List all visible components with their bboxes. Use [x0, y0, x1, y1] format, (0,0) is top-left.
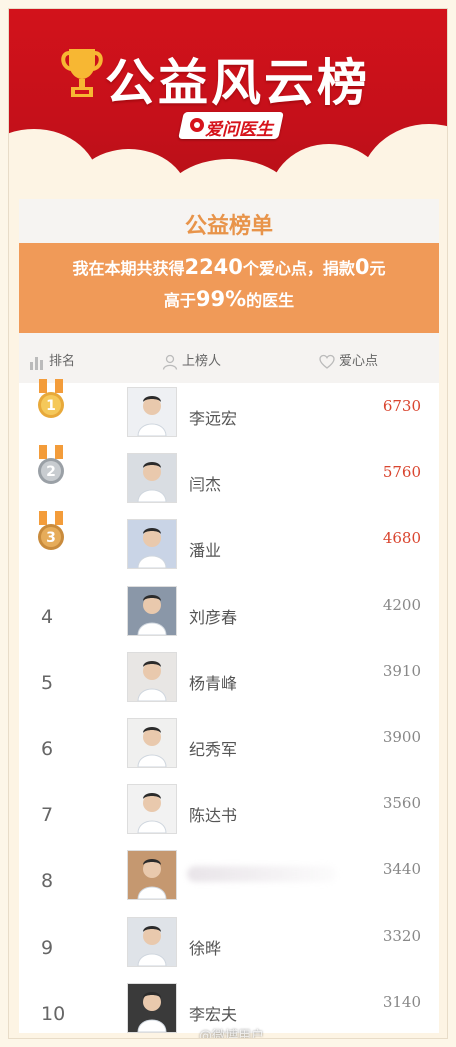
- banner: 公益风云榜 爱问医生: [9, 9, 447, 259]
- summary-box: 我在本期共获得2240个爱心点，捐款0元 高于99%的医生: [19, 243, 439, 333]
- rank-number: 3: [46, 530, 56, 546]
- table-row[interactable]: 3 潘业 4680: [19, 511, 439, 581]
- doctor-name[interactable]: 纪秀军: [189, 736, 237, 760]
- love-points-value: 4200: [382, 595, 421, 614]
- summary-line-1: 我在本期共获得2240个爱心点，捐款0元: [19, 255, 439, 279]
- person-photo-icon: [137, 793, 167, 834]
- bar-chart-icon: [30, 356, 43, 370]
- person-column-label: 上榜人: [182, 354, 222, 369]
- summary-text: 高于: [163, 291, 196, 310]
- avatar[interactable]: [127, 651, 177, 702]
- rank-number: 6: [41, 738, 54, 760]
- summary-text: 元: [369, 259, 386, 278]
- avatar[interactable]: [127, 784, 177, 835]
- avatar[interactable]: [127, 585, 177, 636]
- love-points-value: 3440: [382, 860, 421, 879]
- rank-column-label: 排名: [49, 354, 76, 369]
- doctor-name[interactable]: 陈达书: [189, 802, 237, 826]
- love-points-value: 3140: [382, 992, 421, 1011]
- avatar[interactable]: [127, 982, 177, 1033]
- points-column-label: 爱心点: [339, 354, 379, 369]
- trophy-icon: [61, 49, 103, 97]
- person-photo-icon: [137, 594, 167, 635]
- love-points-value: 3910: [382, 661, 421, 680]
- love-points-value: 6730: [382, 397, 421, 415]
- heart-icon: [319, 354, 335, 369]
- user-icon: [162, 354, 178, 370]
- percentile: 99%: [195, 287, 247, 311]
- avatar[interactable]: [127, 718, 177, 768]
- rank-number: 5: [41, 671, 54, 694]
- silver-medal-icon: 2: [38, 445, 64, 485]
- person-column-header: 上榜人: [162, 350, 221, 370]
- watermark: @微博用户: [199, 1029, 265, 1039]
- avatar[interactable]: [127, 519, 177, 570]
- rank-number: 10: [41, 1002, 66, 1025]
- leaderboard-panel: 公益榜单 我在本期共获得2240个爱心点，捐款0元 高于99%的医生 排名 上榜…: [19, 199, 439, 1033]
- doctor-name[interactable]: 李宏夫: [189, 1001, 237, 1025]
- love-points-value: 3900: [382, 728, 421, 746]
- donation-amount: 0: [354, 255, 370, 279]
- rank-number: 1: [46, 398, 56, 414]
- banner-title: 公益风云榜: [105, 54, 370, 112]
- person-photo-icon: [137, 727, 167, 767]
- column-header: 排名 上榜人 爱心点: [19, 333, 439, 383]
- blurred-name: [187, 866, 337, 883]
- doctor-name[interactable]: 闫杰: [189, 471, 221, 495]
- table-row[interactable]: 4 刘彦春 4200: [19, 582, 439, 648]
- rank-number: 8: [41, 870, 54, 893]
- board-title: 公益榜单: [19, 199, 439, 243]
- avatar[interactable]: [127, 387, 177, 437]
- table-row[interactable]: 6 纪秀军 3900: [19, 714, 439, 780]
- rank-number: 2: [46, 464, 56, 480]
- points-column-header: 爱心点: [319, 350, 378, 370]
- person-photo-icon: [137, 991, 167, 1032]
- gold-medal-icon: 1: [38, 379, 64, 418]
- person-photo-icon: [137, 396, 167, 436]
- doctor-name[interactable]: 徐晔: [189, 935, 221, 959]
- rank-number: 9: [41, 936, 54, 959]
- rank-number: 7: [41, 804, 54, 827]
- summary-text: 的医生: [246, 291, 295, 310]
- table-row[interactable]: 2 闫杰 5760: [19, 445, 439, 515]
- summary-text: 我在本期共获得: [72, 259, 185, 278]
- avatar[interactable]: [127, 850, 177, 901]
- doctor-name[interactable]: 杨青峰: [189, 670, 237, 694]
- rank-number: 4: [41, 605, 54, 628]
- page-frame: 公益风云榜 爱问医生 公益榜单 我在本期共获得2240个爱心点，捐款0元 高于9…: [8, 8, 448, 1039]
- brand-logo-text: 爱问医生: [205, 120, 273, 140]
- rank-column-header: 排名: [29, 350, 75, 370]
- avatar[interactable]: [127, 916, 177, 967]
- table-row[interactable]: 5 杨青峰 3910: [19, 648, 439, 714]
- person-photo-icon: [137, 462, 167, 503]
- doctor-name[interactable]: 李远宏: [189, 405, 237, 429]
- eye-icon: [190, 118, 204, 132]
- bronze-medal-icon: 3: [38, 511, 64, 551]
- table-row[interactable]: 8 3440: [19, 846, 439, 912]
- love-points-value: 3560: [382, 794, 421, 813]
- avatar[interactable]: [127, 453, 177, 504]
- table-row[interactable]: 1 李远宏 6730: [19, 379, 439, 449]
- person-photo-icon: [137, 925, 167, 966]
- doctor-name[interactable]: 刘彦春: [189, 604, 237, 628]
- love-points-value: 3320: [382, 926, 421, 945]
- summary-text: 个爱心点，捐款: [242, 259, 355, 278]
- table-row[interactable]: 9 徐晔 3320: [19, 913, 439, 979]
- love-points-value: 5760: [382, 463, 421, 482]
- person-photo-icon: [137, 859, 167, 900]
- my-points: 2240: [184, 255, 243, 279]
- person-photo-icon: [137, 528, 167, 569]
- doctor-name[interactable]: 潘业: [189, 537, 221, 561]
- love-points-value: 4680: [382, 529, 421, 548]
- person-photo-icon: [137, 660, 167, 701]
- summary-line-2: 高于99%的医生: [19, 287, 439, 311]
- table-row[interactable]: 7 陈达书 3560: [19, 780, 439, 846]
